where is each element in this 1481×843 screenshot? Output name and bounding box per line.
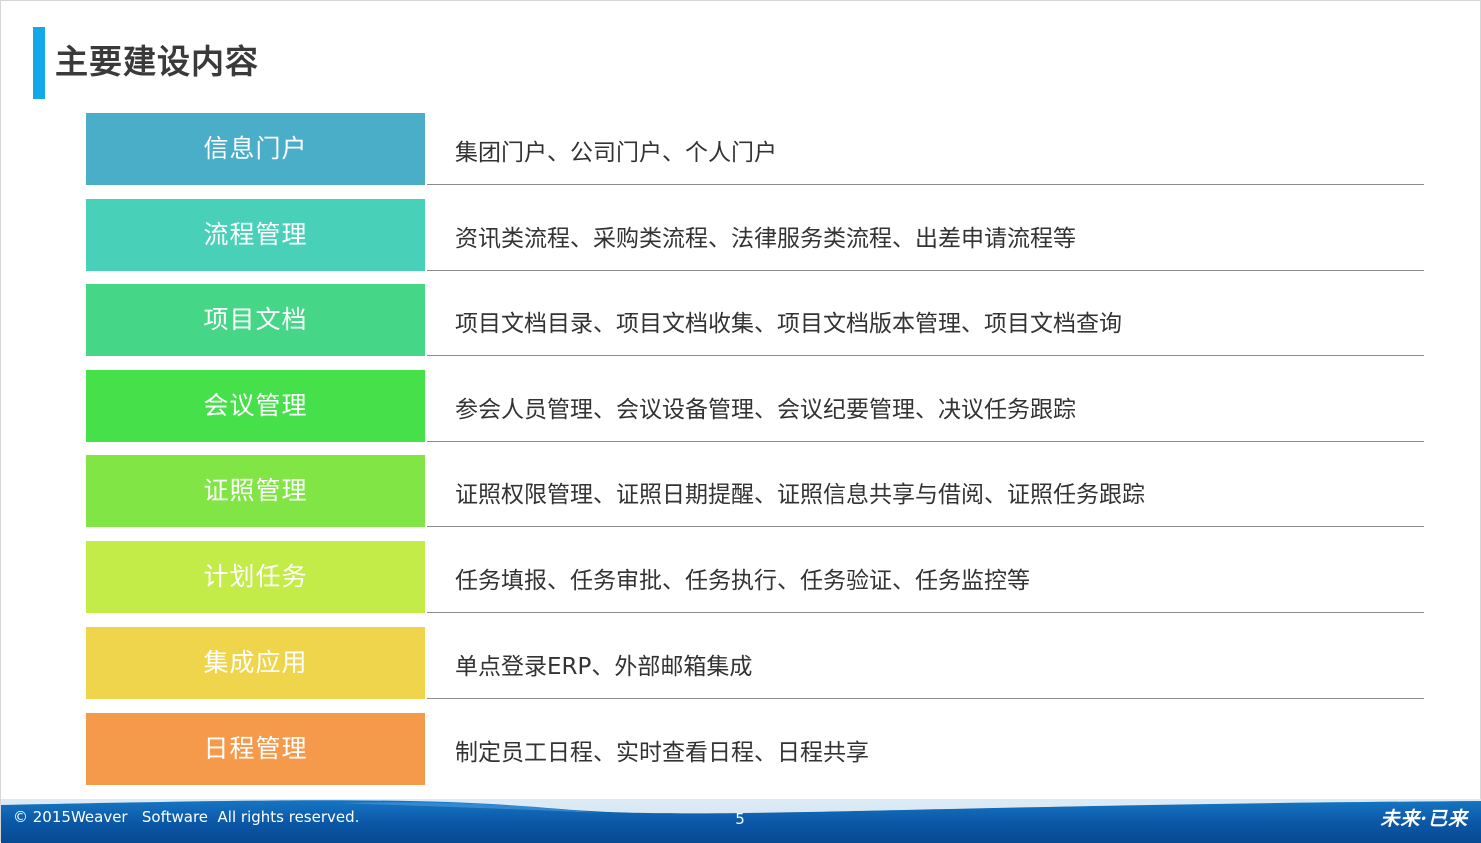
content-row: 日程管理 制定员工日程、实时查看日程、日程共享: [86, 713, 1424, 785]
row-divider: [427, 526, 1424, 527]
row-label-licenses: 证照管理: [86, 455, 425, 527]
content-row: 计划任务 任务填报、任务审批、任务执行、任务验证、任务监控等: [86, 541, 1424, 613]
row-description: 制定员工日程、实时查看日程、日程共享: [455, 740, 869, 766]
row-divider: [427, 612, 1424, 613]
row-description: 参会人员管理、会议设备管理、会议纪要管理、决议任务跟踪: [455, 397, 1076, 423]
row-divider: [427, 184, 1424, 185]
row-label-planned-tasks: 计划任务: [86, 541, 425, 613]
footer-bar: © 2015Weaver Software All rights reserve…: [1, 799, 1481, 843]
row-description: 单点登录ERP、外部邮箱集成: [455, 654, 753, 680]
row-divider: [427, 441, 1424, 442]
row-description: 集团门户、公司门户、个人门户: [455, 140, 777, 166]
row-divider: [427, 355, 1424, 356]
row-description: 证照权限管理、证照日期提醒、证照信息共享与借阅、证照任务跟踪: [455, 482, 1145, 508]
row-label-meetings: 会议管理: [86, 370, 425, 442]
footer-copyright: © 2015Weaver Software All rights reserve…: [13, 808, 360, 826]
content-row: 会议管理 参会人员管理、会议设备管理、会议纪要管理、决议任务跟踪: [86, 370, 1424, 442]
slide: 主要建设内容 信息门户 集团门户、公司门户、个人门户 流程管理 资讯类流程、采购…: [0, 0, 1481, 843]
content-row: 集成应用 单点登录ERP、外部邮箱集成: [86, 627, 1424, 699]
row-description: 项目文档目录、项目文档收集、项目文档版本管理、项目文档查询: [455, 311, 1122, 337]
footer-page-number: 5: [735, 810, 745, 828]
content-row: 证照管理 证照权限管理、证照日期提醒、证照信息共享与借阅、证照任务跟踪: [86, 455, 1424, 527]
row-label-project-docs: 项目文档: [86, 284, 425, 356]
slide-title: 主要建设内容: [55, 42, 259, 81]
footer-slogan-logo: 未来·已来: [1380, 808, 1468, 830]
content-row: 信息门户 集团门户、公司门户、个人门户: [86, 113, 1424, 185]
title-accent-bar: [33, 27, 45, 99]
row-description: 资讯类流程、采购类流程、法律服务类流程、出差申请流程等: [455, 226, 1076, 252]
row-label-schedule: 日程管理: [86, 713, 425, 785]
row-label-integration: 集成应用: [86, 627, 425, 699]
content-row: 流程管理 资讯类流程、采购类流程、法律服务类流程、出差申请流程等: [86, 199, 1424, 271]
row-label-info-portal: 信息门户: [86, 113, 425, 185]
row-divider: [427, 270, 1424, 271]
row-description: 任务填报、任务审批、任务执行、任务验证、任务监控等: [455, 568, 1030, 594]
row-divider: [427, 698, 1424, 699]
row-label-workflow: 流程管理: [86, 199, 425, 271]
content-row: 项目文档 项目文档目录、项目文档收集、项目文档版本管理、项目文档查询: [86, 284, 1424, 356]
